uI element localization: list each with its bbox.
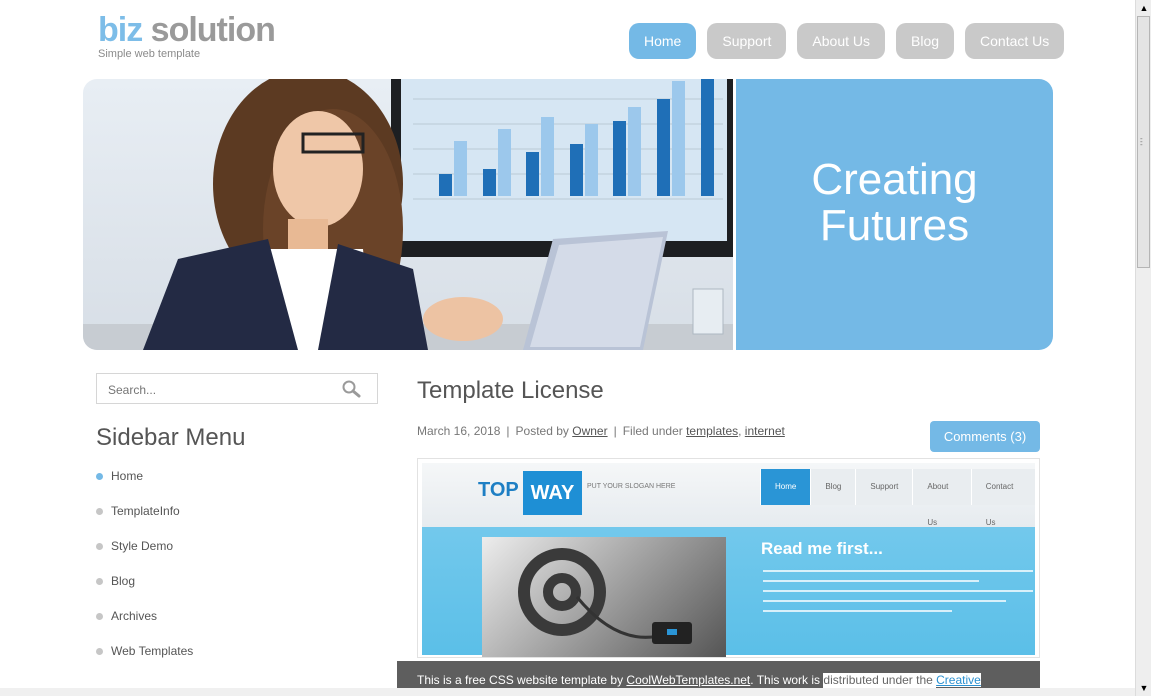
preview-slogan: PUT YOUR SLOGAN HERE — [587, 483, 676, 490]
search-box — [96, 373, 378, 404]
footer-text: This is a free CSS website template by C… — [417, 673, 981, 689]
filed-under-label: Filed under — [622, 424, 683, 438]
tag-link-internet[interactable]: internet — [745, 424, 785, 438]
banner-line-2: Futures — [819, 201, 970, 250]
preview-nav-home: Home — [760, 469, 811, 505]
preview-nav-about: About Us — [912, 469, 971, 527]
sidebar-item-blog[interactable]: Blog — [96, 571, 193, 606]
bullet-icon — [96, 508, 103, 515]
horizontal-scrollbar-area — [0, 688, 1135, 696]
site-logo[interactable]: biz solution Simple web template — [98, 10, 276, 60]
preview-read-me-first: Read me first... — [761, 539, 883, 558]
search-icon[interactable] — [341, 380, 361, 403]
footer-part-3: distributed under the — [823, 673, 937, 689]
tag-link-templates[interactable]: templates — [686, 424, 738, 438]
sidebar-title: Sidebar Menu — [96, 424, 246, 451]
footer-part-2: . This work is — [750, 673, 824, 687]
hero-banner: Creating Futures — [83, 79, 1053, 350]
preview-logo-way: WAY — [523, 471, 582, 515]
template-preview-image: TOP WAY PUT YOUR SLOGAN HERE Home Blog S… — [417, 458, 1040, 658]
sidebar-item-web-templates[interactable]: Web Templates — [96, 641, 193, 676]
bullet-icon — [96, 543, 103, 550]
grip-icon: --- — [1140, 134, 1143, 149]
post-date: March 16, 2018 — [417, 424, 501, 438]
banner-panel: Creating Futures — [736, 79, 1053, 350]
sidebar-item-archives[interactable]: Archives — [96, 606, 193, 641]
preview-nav-support: Support — [855, 469, 913, 505]
preview-nav-contact: Contact Us — [970, 469, 1035, 527]
logo-solution: solution — [142, 11, 276, 49]
scrollbar-thumb[interactable]: --- — [1137, 16, 1150, 268]
office-woman-photo — [83, 79, 733, 350]
coolwebtemplates-link[interactable]: CoolWebTemplates.net — [626, 673, 750, 687]
nav-about-us[interactable]: About Us — [797, 23, 885, 59]
preview-at-sign-image — [482, 537, 726, 657]
sidebar-item-label: Archives — [111, 609, 158, 623]
logo-biz: biz — [98, 11, 143, 49]
post-title: Template License — [417, 377, 604, 404]
banner-line-1: Creating — [811, 155, 978, 204]
preview-nav: Home Blog Support About Us Contact Us — [760, 469, 1035, 527]
bullet-icon — [96, 613, 103, 620]
preview-logo-top: TOP — [478, 479, 519, 501]
creative-commons-link[interactable]: Creative — [936, 673, 981, 687]
bullet-icon — [96, 578, 103, 585]
main-nav: Home Support About Us Blog Contact Us — [629, 23, 1065, 59]
scroll-up-arrow-icon[interactable]: ▲ — [1136, 0, 1151, 16]
sidebar-item-templateinfo[interactable]: TemplateInfo — [96, 501, 193, 536]
preview-lorem-text — [763, 570, 1033, 620]
vertical-scrollbar[interactable]: ▲ --- ▼ — [1135, 0, 1151, 696]
banner-photo — [83, 79, 733, 350]
sidebar-item-label: Blog — [111, 574, 136, 588]
banner-headline: Creating Futures — [736, 157, 1053, 249]
search-input[interactable] — [106, 375, 340, 404]
nav-support[interactable]: Support — [707, 23, 787, 59]
author-link[interactable]: Owner — [572, 424, 607, 438]
scroll-down-arrow-icon[interactable]: ▼ — [1136, 680, 1151, 696]
bullet-icon — [96, 648, 103, 655]
sidebar-menu: Home TemplateInfo Style Demo Blog Archiv… — [96, 466, 193, 676]
sidebar-item-label: Style Demo — [111, 539, 174, 553]
nav-blog[interactable]: Blog — [896, 23, 955, 59]
sidebar-item-label: Web Templates — [111, 644, 194, 658]
footer-part-1: This is a free CSS website template by — [417, 673, 627, 687]
bullet-icon — [96, 473, 103, 480]
preview-nav-blog: Blog — [810, 469, 856, 505]
nav-home[interactable]: Home — [629, 23, 697, 59]
nav-contact-us[interactable]: Contact Us — [965, 23, 1065, 59]
post-meta: March 16, 2018 | Posted by Owner | Filed und… — [417, 424, 785, 438]
sidebar-item-label: TemplateInfo — [111, 504, 180, 518]
sidebar-item-label: Home — [111, 469, 144, 483]
comments-button[interactable]: Comments (3) — [930, 421, 1040, 452]
sidebar-item-style-demo[interactable]: Style Demo — [96, 536, 193, 571]
sidebar-item-home[interactable]: Home — [96, 466, 193, 501]
posted-by-label: Posted by — [515, 424, 569, 438]
